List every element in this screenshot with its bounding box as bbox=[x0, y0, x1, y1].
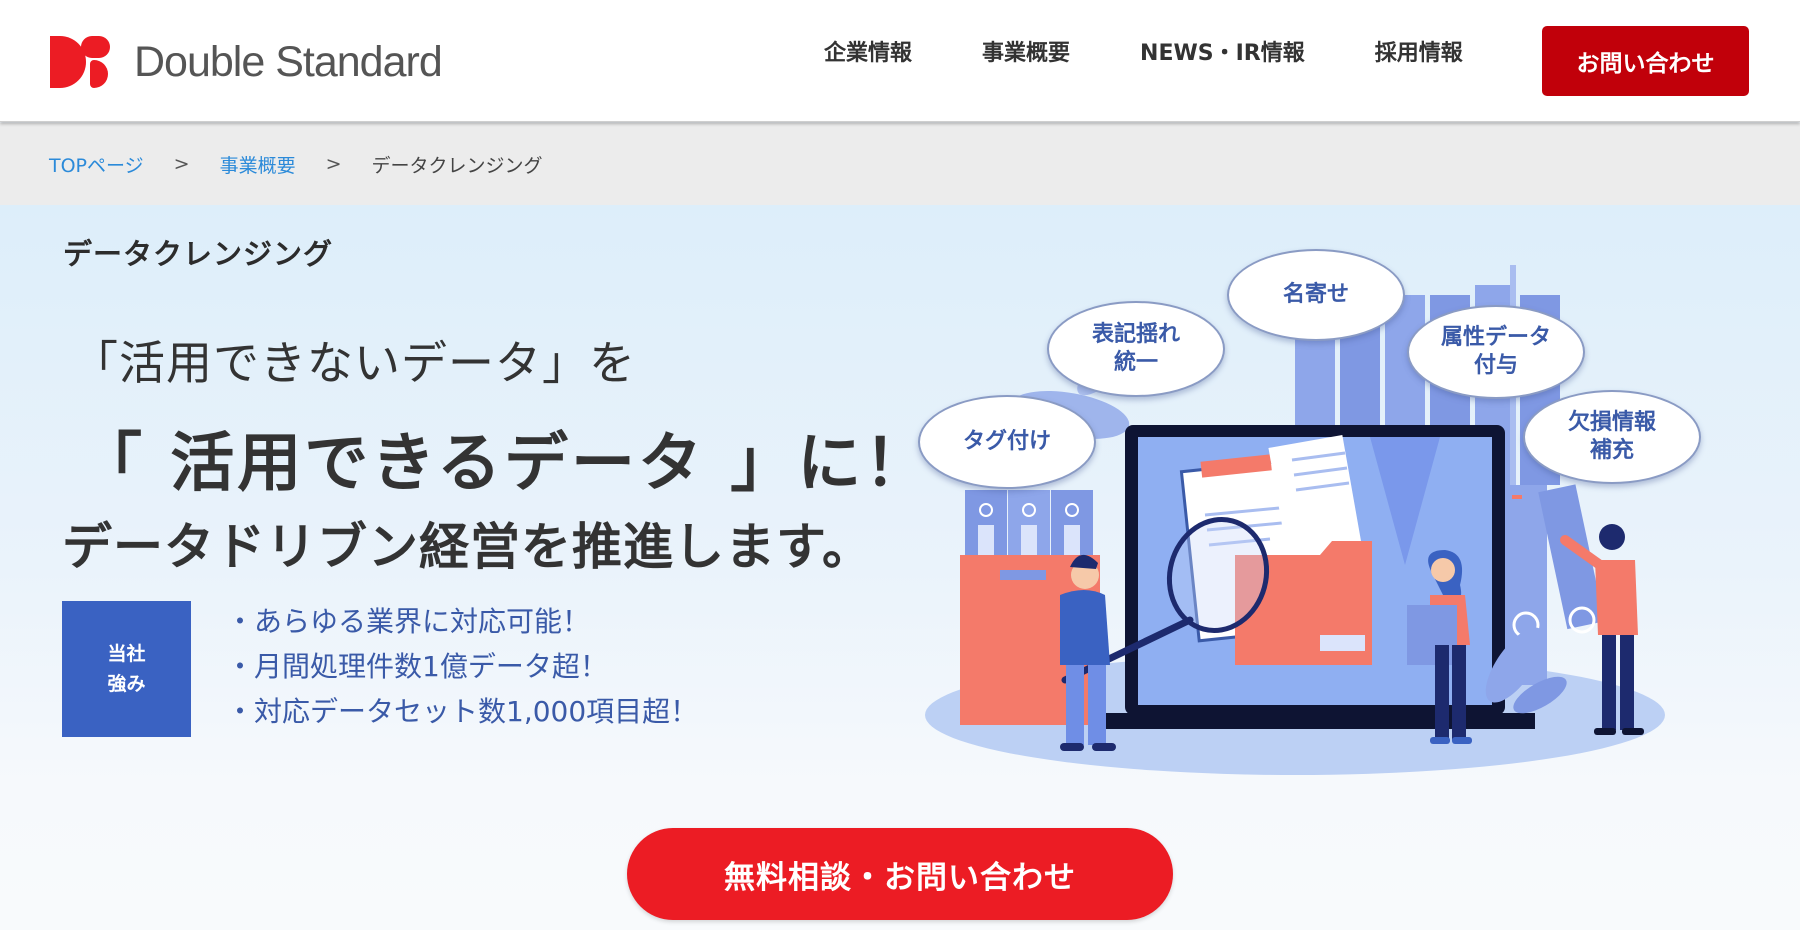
site-header: Double Standard 企業情報 事業概要 NEWS・IR情報 採用情報… bbox=[0, 0, 1800, 122]
breadcrumb-current: データクレンジング bbox=[371, 154, 543, 177]
bubble-label: 欠損情報 bbox=[1567, 410, 1656, 435]
breadcrumb-top[interactable]: TOPページ bbox=[49, 151, 144, 178]
breadcrumb: TOPページ > 事業概要 > データクレンジング bbox=[0, 123, 1800, 205]
bubble-name-matching: 名寄せ bbox=[1227, 249, 1405, 341]
bubble-missing-info: 欠損情報 補充 bbox=[1523, 390, 1701, 484]
contact-button[interactable]: お問い合わせ bbox=[1542, 26, 1749, 96]
bubble-label: 属性データ bbox=[1440, 325, 1551, 350]
strength-badge-line1: 当社 bbox=[107, 643, 146, 665]
strength-badge-line2: 強み bbox=[107, 673, 146, 695]
headline-before: 「活用できないデータ」を bbox=[72, 336, 636, 390]
logo[interactable]: Double Standard bbox=[50, 34, 443, 90]
strength-badge: 当社 強み bbox=[62, 601, 191, 737]
bubble-label: タグ付け bbox=[962, 429, 1051, 454]
breadcrumb-business[interactable]: 事業概要 bbox=[220, 151, 296, 178]
main-nav: 企業情報 事業概要 NEWS・IR情報 採用情報 bbox=[824, 36, 1533, 72]
bubble-attribute-data: 属性データ 付与 bbox=[1407, 305, 1585, 399]
bubble-label: 名寄せ bbox=[1282, 282, 1349, 307]
nav-item-news-ir[interactable]: NEWS・IR情報 bbox=[1140, 36, 1305, 72]
bubble-label: 付与 bbox=[1473, 353, 1518, 378]
strength-item: ・あらゆる業界に対応可能！ bbox=[226, 605, 591, 638]
strength-item: ・対応データセット数1,000項目超！ bbox=[226, 695, 699, 728]
nav-item-business[interactable]: 事業概要 bbox=[982, 36, 1070, 72]
strength-list: ・あらゆる業界に対応可能！ ・月間処理件数1億データ超！ ・対応データセット数1… bbox=[226, 599, 698, 734]
free-consultation-button[interactable]: 無料相談・お問い合わせ bbox=[627, 828, 1173, 920]
hero-section: データクレンジング 「活用できないデータ」を 「 活用できるデータ 」に！ デー… bbox=[0, 205, 1800, 930]
double-standard-logo-icon bbox=[50, 36, 110, 88]
bubble-label: 補充 bbox=[1589, 438, 1634, 463]
page-title: データクレンジング bbox=[63, 237, 334, 271]
breadcrumb-separator: > bbox=[325, 153, 342, 175]
bubble-notation-unify: 表記揺れ 統一 bbox=[1047, 301, 1225, 397]
logo-text: Double Standard bbox=[134, 37, 443, 86]
breadcrumb-separator: > bbox=[173, 153, 190, 175]
bubble-tagging: タグ付け bbox=[918, 395, 1096, 489]
headline-after: 「 活用できるデータ 」に！ bbox=[78, 427, 932, 501]
headline-tagline: データドリブン経営を推進します。 bbox=[62, 518, 873, 576]
nav-item-recruit[interactable]: 採用情報 bbox=[1375, 36, 1463, 72]
nav-item-company[interactable]: 企業情報 bbox=[824, 36, 912, 72]
strength-item: ・月間処理件数1億データ超！ bbox=[226, 650, 608, 683]
data-cleansing-illustration: タグ付け 表記揺れ 統一 名寄せ 属性データ 付与 欠損情報 補充 bbox=[900, 225, 1720, 785]
bubble-label: 表記揺れ bbox=[1091, 322, 1180, 347]
bubble-label: 統一 bbox=[1113, 350, 1158, 375]
